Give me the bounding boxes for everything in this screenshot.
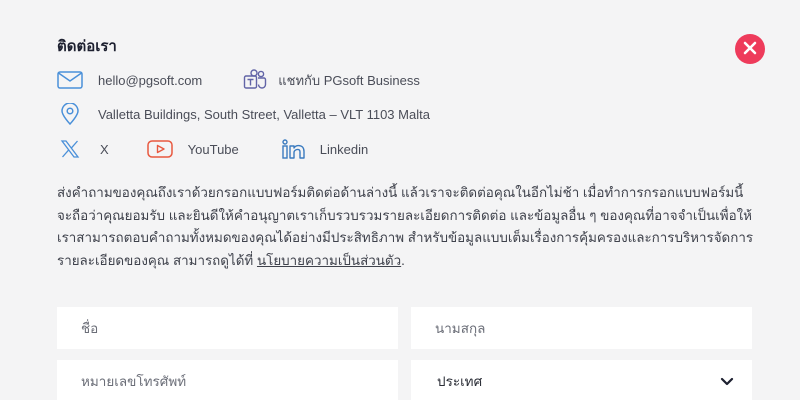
youtube-icon [146,138,173,160]
close-icon [743,41,757,58]
chevron-down-icon [720,374,734,389]
youtube-text: YouTube [187,141,239,157]
intro-text: ส่งคำถามของคุณถึงเราด้วยกรอกแบบฟอร์มติดต… [57,185,754,268]
youtube-link[interactable]: YouTube [146,138,239,160]
mail-icon [57,69,83,91]
address-link[interactable]: Valletta Buildings, South Street, Vallet… [57,103,430,125]
intro-paragraph: ส่งคำถามของคุณถึงเราด้วยกรอกแบบฟอร์มติดต… [57,182,757,272]
close-button[interactable] [735,34,765,64]
page-title: ติดต่อเรา [57,38,117,55]
address-text: Valletta Buildings, South Street, Vallet… [98,106,430,122]
linkedin-text: Linkedin [319,141,369,157]
country-select-value: ประเทศ [437,374,483,389]
x-link[interactable]: X [57,138,109,160]
intro-end: . [401,252,405,268]
privacy-policy-link[interactable]: นโยบายความเป็นส่วนตัว [257,253,401,268]
linkedin-link[interactable]: Linkedin [281,138,368,160]
location-pin-icon [57,103,83,125]
country-select[interactable]: ประเทศ [411,360,752,400]
phone-input[interactable] [57,360,398,400]
x-text: X [100,141,109,157]
teams-chat-link[interactable]: แชทกับ PGsoft Business [242,69,420,91]
contact-row-1: hello@pgsoft.com แชทกับ PGsoft Business [57,69,420,91]
teams-icon [242,69,268,91]
x-icon [57,138,83,160]
teams-text: แชทกับ PGsoft Business [278,72,420,88]
contact-row-3: X YouTube Linkedin [57,138,368,160]
contact-row-2: Valletta Buildings, South Street, Vallet… [57,103,430,125]
email-link[interactable]: hello@pgsoft.com [57,69,202,91]
email-text: hello@pgsoft.com [98,72,203,88]
last-name-input[interactable] [411,307,752,349]
linkedin-icon [281,138,307,160]
first-name-input[interactable] [57,307,398,349]
